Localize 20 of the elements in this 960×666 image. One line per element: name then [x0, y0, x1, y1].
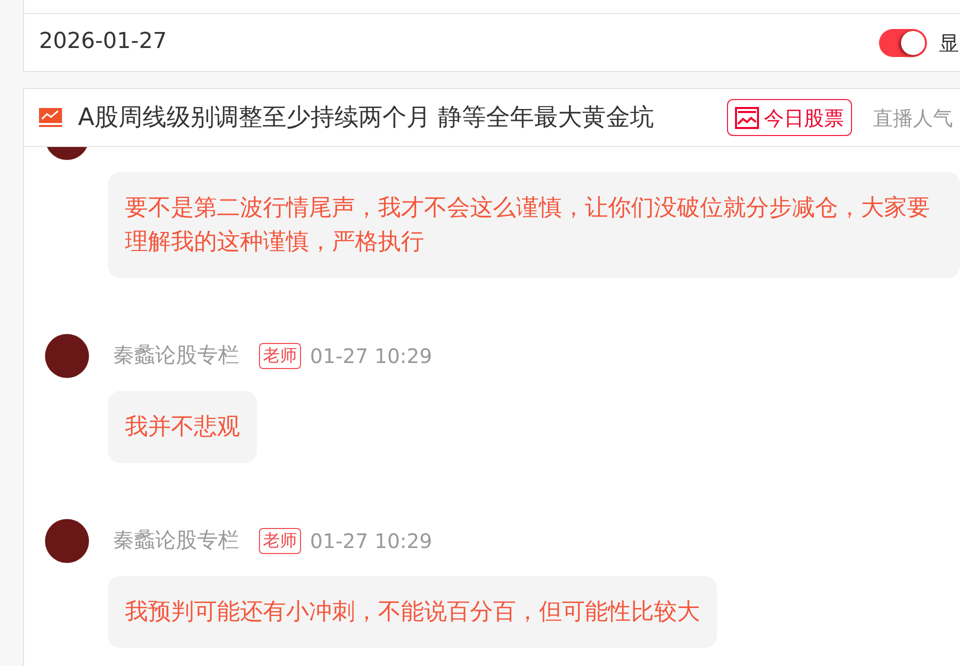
- popularity-label: 直播人气: [873, 106, 954, 130]
- author-name: 秦蠡论股专栏: [113, 528, 239, 554]
- live-title: A股周线级别调整至少持续两个月 静等全年最大黄金坑: [78, 103, 654, 132]
- chart-frame-icon: [735, 106, 760, 128]
- toggle-label: 显: [939, 30, 959, 54]
- toggle-switch[interactable]: [879, 28, 927, 56]
- message-time: 01-27 10:29: [310, 344, 432, 368]
- message-bubble: 我预判可能还有小冲刺，不能说百分百，但可能性比较大: [108, 576, 717, 648]
- avatar-icon: [45, 519, 89, 563]
- message-bubble: 我并不悲观: [108, 391, 257, 463]
- role-tag: 老师: [259, 343, 301, 369]
- date-label: 2026-01-27: [39, 29, 167, 56]
- message-bubble: 要不是第二波行情尾声，我才不会这么谨慎，让你们没破位就分步减仓，大家要理解我的这种谨慎，严格执行: [108, 172, 960, 278]
- avatar-icon: [45, 147, 89, 160]
- avatar-icon: [45, 334, 89, 378]
- line-chart-icon: [39, 108, 62, 127]
- role-tag: 老师: [259, 528, 301, 554]
- stock-button[interactable]: 今日股票: [727, 99, 852, 136]
- author-name: 秦蠡论股专栏: [113, 343, 239, 369]
- message-time: 01-27 10:29: [310, 529, 432, 553]
